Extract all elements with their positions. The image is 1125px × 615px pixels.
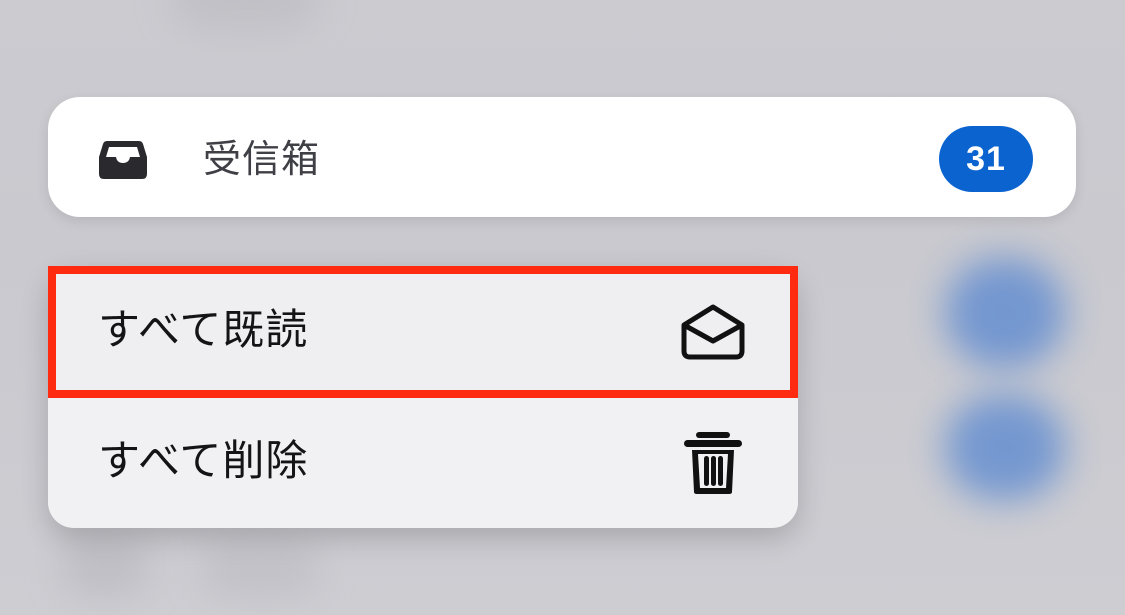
- blurred-backdrop-shape: [60, 535, 150, 595]
- blurred-backdrop-shape: [200, 540, 320, 595]
- blurred-backdrop-shape: [170, 0, 320, 30]
- mailbox-title: 受信箱: [203, 137, 321, 181]
- mark-all-read-label: すべて既読: [98, 305, 309, 354]
- inbox-tray-icon: [99, 141, 147, 179]
- context-menu: すべて既読 すべて削除: [48, 266, 798, 528]
- trash-icon: [684, 432, 742, 494]
- delete-all-menu-item[interactable]: すべて削除: [48, 397, 798, 527]
- mark-all-read-menu-item[interactable]: すべて既読: [48, 266, 798, 396]
- unread-count-badge: 31: [939, 126, 1033, 192]
- envelope-open-icon: [681, 304, 745, 360]
- delete-all-label: すべて削除: [98, 436, 309, 485]
- blurred-backdrop-shape: [945, 395, 1065, 500]
- blurred-backdrop-shape: [945, 258, 1065, 368]
